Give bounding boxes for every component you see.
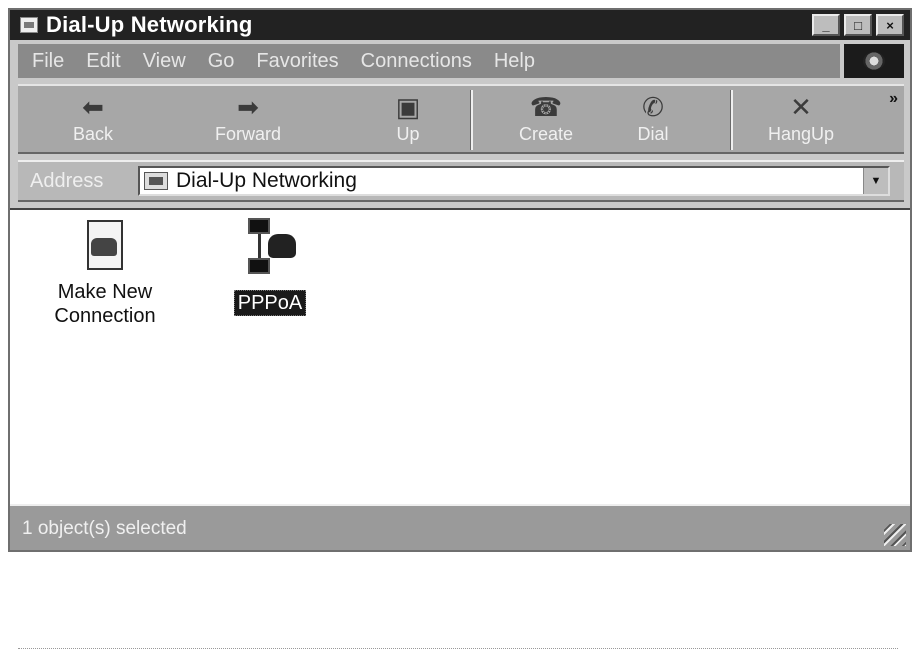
up-label: Up [396,124,420,144]
status-bar: 1 object(s) selected [10,504,910,550]
menu-file[interactable]: File [32,50,64,73]
menu-go[interactable]: Go [208,50,235,73]
close-button[interactable]: × [876,14,904,36]
hangup-label: HangUp [767,124,835,144]
back-arrow-icon: ⬅ [82,91,104,122]
address-bar: Address Dial-Up Networking ▼ [18,160,904,202]
forward-arrow-icon: ➡ [237,91,259,122]
menu-help[interactable]: Help [494,50,535,73]
windows-logo-icon [844,44,904,78]
item-label-line2: Connection [54,305,156,327]
hangup-button[interactable]: ✕ HangUp [756,92,846,148]
maximize-button[interactable]: □ [844,14,872,36]
menu-bar: File Edit View Go Favorites Connections … [10,44,910,80]
back-button[interactable]: ⬅ Back [58,92,128,148]
toolbar-separator [730,90,733,150]
address-value: Dial-Up Networking [176,169,357,192]
folder-view[interactable]: Make New Connection PPPoA [10,208,910,649]
status-text: 1 object(s) selected [22,518,187,539]
item-label-line1: Make New [57,281,153,303]
forward-button[interactable]: ➡ Forward [203,92,293,148]
title-bar[interactable]: Dial-Up Networking _ □ × [10,10,910,40]
minimize-button[interactable]: _ [812,14,840,36]
dial-label: Dial [637,124,669,144]
create-button[interactable]: ☎ Create [506,92,586,148]
pppoa-connection-item[interactable]: PPPoA [220,218,320,316]
address-label: Address [30,170,104,192]
up-button[interactable]: ▣ Up [378,92,438,148]
dial-button[interactable]: ✆ Dial [618,92,688,148]
make-new-connection-icon [85,220,125,274]
dialup-folder-icon [144,172,168,190]
toolbar-separator [470,90,473,150]
explorer-window: Dial-Up Networking _ □ × File Edit View … [8,8,912,649]
dialup-folder-icon [20,17,38,33]
resize-grip-icon[interactable] [884,524,906,546]
hangup-icon: ✕ [790,91,812,122]
window-title: Dial-Up Networking [46,12,253,37]
menu-favorites[interactable]: Favorites [256,50,338,73]
forward-label: Forward [214,124,281,144]
menu-strip: File Edit View Go Favorites Connections … [18,44,840,78]
menu-connections[interactable]: Connections [361,50,472,73]
make-new-connection-item[interactable]: Make New Connection [30,220,180,328]
create-connection-icon: ☎ [529,91,563,122]
window-controls: _ □ × [812,14,904,36]
network-connection-icon [240,218,300,284]
address-input[interactable]: Dial-Up Networking ▼ [138,166,890,196]
address-dropdown-button[interactable]: ▼ [863,168,888,194]
back-label: Back [72,124,114,144]
create-label: Create [518,124,574,144]
dial-phone-icon: ✆ [642,91,664,122]
item-label: PPPoA [233,290,307,316]
standard-toolbar: ⬅ Back ➡ Forward ▣ Up ☎ Create ✆ Dial ✕ … [18,84,904,154]
toolbar-overflow-chevron-icon[interactable]: » [889,90,898,108]
menu-edit[interactable]: Edit [86,50,120,73]
up-folder-icon: ▣ [395,91,421,122]
menu-view[interactable]: View [143,50,186,73]
